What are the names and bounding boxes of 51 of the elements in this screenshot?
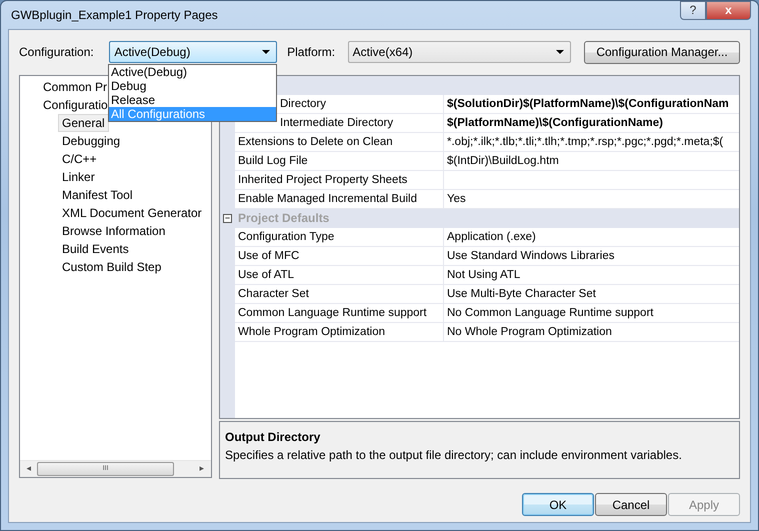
cancel-button[interactable]: Cancel bbox=[595, 493, 667, 516]
dropdown-option[interactable]: Active(Debug) bbox=[109, 65, 276, 79]
property-name[interactable]: Enable Managed Incremental Build bbox=[238, 193, 418, 205]
property-name[interactable]: Extensions to Delete on Clean bbox=[238, 136, 393, 148]
tree-item[interactable]: Linker bbox=[62, 170, 95, 184]
configuration-dropdown[interactable]: Active(Debug) bbox=[109, 41, 278, 63]
tree-item[interactable]: Build Events bbox=[62, 242, 129, 256]
tree-item[interactable]: Custom Build Step bbox=[62, 260, 162, 274]
tree-item[interactable]: General bbox=[58, 114, 109, 132]
scroll-left-arrow[interactable]: ◂ bbox=[23, 462, 35, 476]
property-value[interactable]: $(IntDir)\BuildLog.htm bbox=[447, 155, 559, 167]
property-value[interactable]: No Common Language Runtime support bbox=[447, 307, 654, 319]
description-title: Output Directory bbox=[225, 429, 322, 446]
property-value[interactable]: *.obj;*.ilk;*.tlb;*.tli;*.tlh;*.tmp;*.rsp;*.pgc;*.pgd;*.meta;$( bbox=[447, 136, 724, 148]
collapse-toggle[interactable]: − bbox=[223, 214, 232, 223]
window-title: GWBplugin_Example1 Property Pages bbox=[10, 7, 219, 24]
tree-item[interactable]: Browse Information bbox=[62, 224, 166, 238]
tree-item[interactable]: Manifest Tool bbox=[62, 188, 132, 202]
property-name[interactable]: Directory bbox=[280, 98, 326, 110]
property-value[interactable]: Application (.exe) bbox=[447, 231, 536, 243]
property-name[interactable]: Configuration Type bbox=[238, 231, 334, 243]
property-value[interactable]: No Whole Program Optimization bbox=[447, 326, 612, 338]
property-name[interactable]: Inherited Project Property Sheets bbox=[238, 174, 408, 186]
property-value[interactable]: Yes bbox=[447, 193, 466, 205]
property-value[interactable]: Not Using ATL bbox=[447, 269, 520, 281]
property-value[interactable]: $(PlatformName)\$(ConfigurationName) bbox=[447, 117, 663, 129]
property-name[interactable]: Common Language Runtime support bbox=[238, 307, 427, 319]
property-name[interactable]: Character Set bbox=[238, 288, 309, 300]
property-name[interactable]: Use of ATL bbox=[238, 269, 294, 281]
tree-item[interactable]: C/C++ bbox=[62, 152, 97, 166]
dropdown-option[interactable]: Release bbox=[109, 93, 276, 107]
tree-item[interactable]: Debugging bbox=[62, 134, 120, 148]
description-text: Specifies a relative path to the output file directory; can include environment variables. bbox=[225, 448, 682, 462]
scroll-right-arrow[interactable]: ▸ bbox=[196, 462, 208, 476]
configuration-manager-button[interactable]: Configuration Manager... bbox=[584, 40, 740, 64]
dropdown-option[interactable]: Debug bbox=[109, 79, 276, 93]
help-button[interactable]: ? bbox=[680, 0, 706, 20]
platform-dropdown[interactable]: Active(x64) bbox=[348, 41, 572, 63]
property-name[interactable]: Whole Program Optimization bbox=[238, 326, 385, 338]
tree-item[interactable]: XML Document Generator bbox=[62, 206, 202, 220]
tree-item[interactable]: Configuratio bbox=[43, 98, 108, 112]
property-value[interactable]: Use Standard Windows Libraries bbox=[447, 250, 614, 262]
tree-item[interactable]: Common Pr bbox=[43, 80, 108, 94]
property-name[interactable]: Build Log File bbox=[238, 155, 308, 167]
configuration-label: Configuration: bbox=[19, 44, 95, 61]
property-name[interactable]: Use of MFC bbox=[238, 250, 300, 262]
platform-label: Platform: bbox=[287, 44, 336, 61]
property-name[interactable]: Intermediate Directory bbox=[280, 117, 394, 129]
property-value[interactable]: Use Multi-Byte Character Set bbox=[447, 288, 596, 300]
ok-button[interactable]: OK bbox=[522, 493, 594, 516]
category-header: Project Defaults bbox=[235, 209, 739, 228]
